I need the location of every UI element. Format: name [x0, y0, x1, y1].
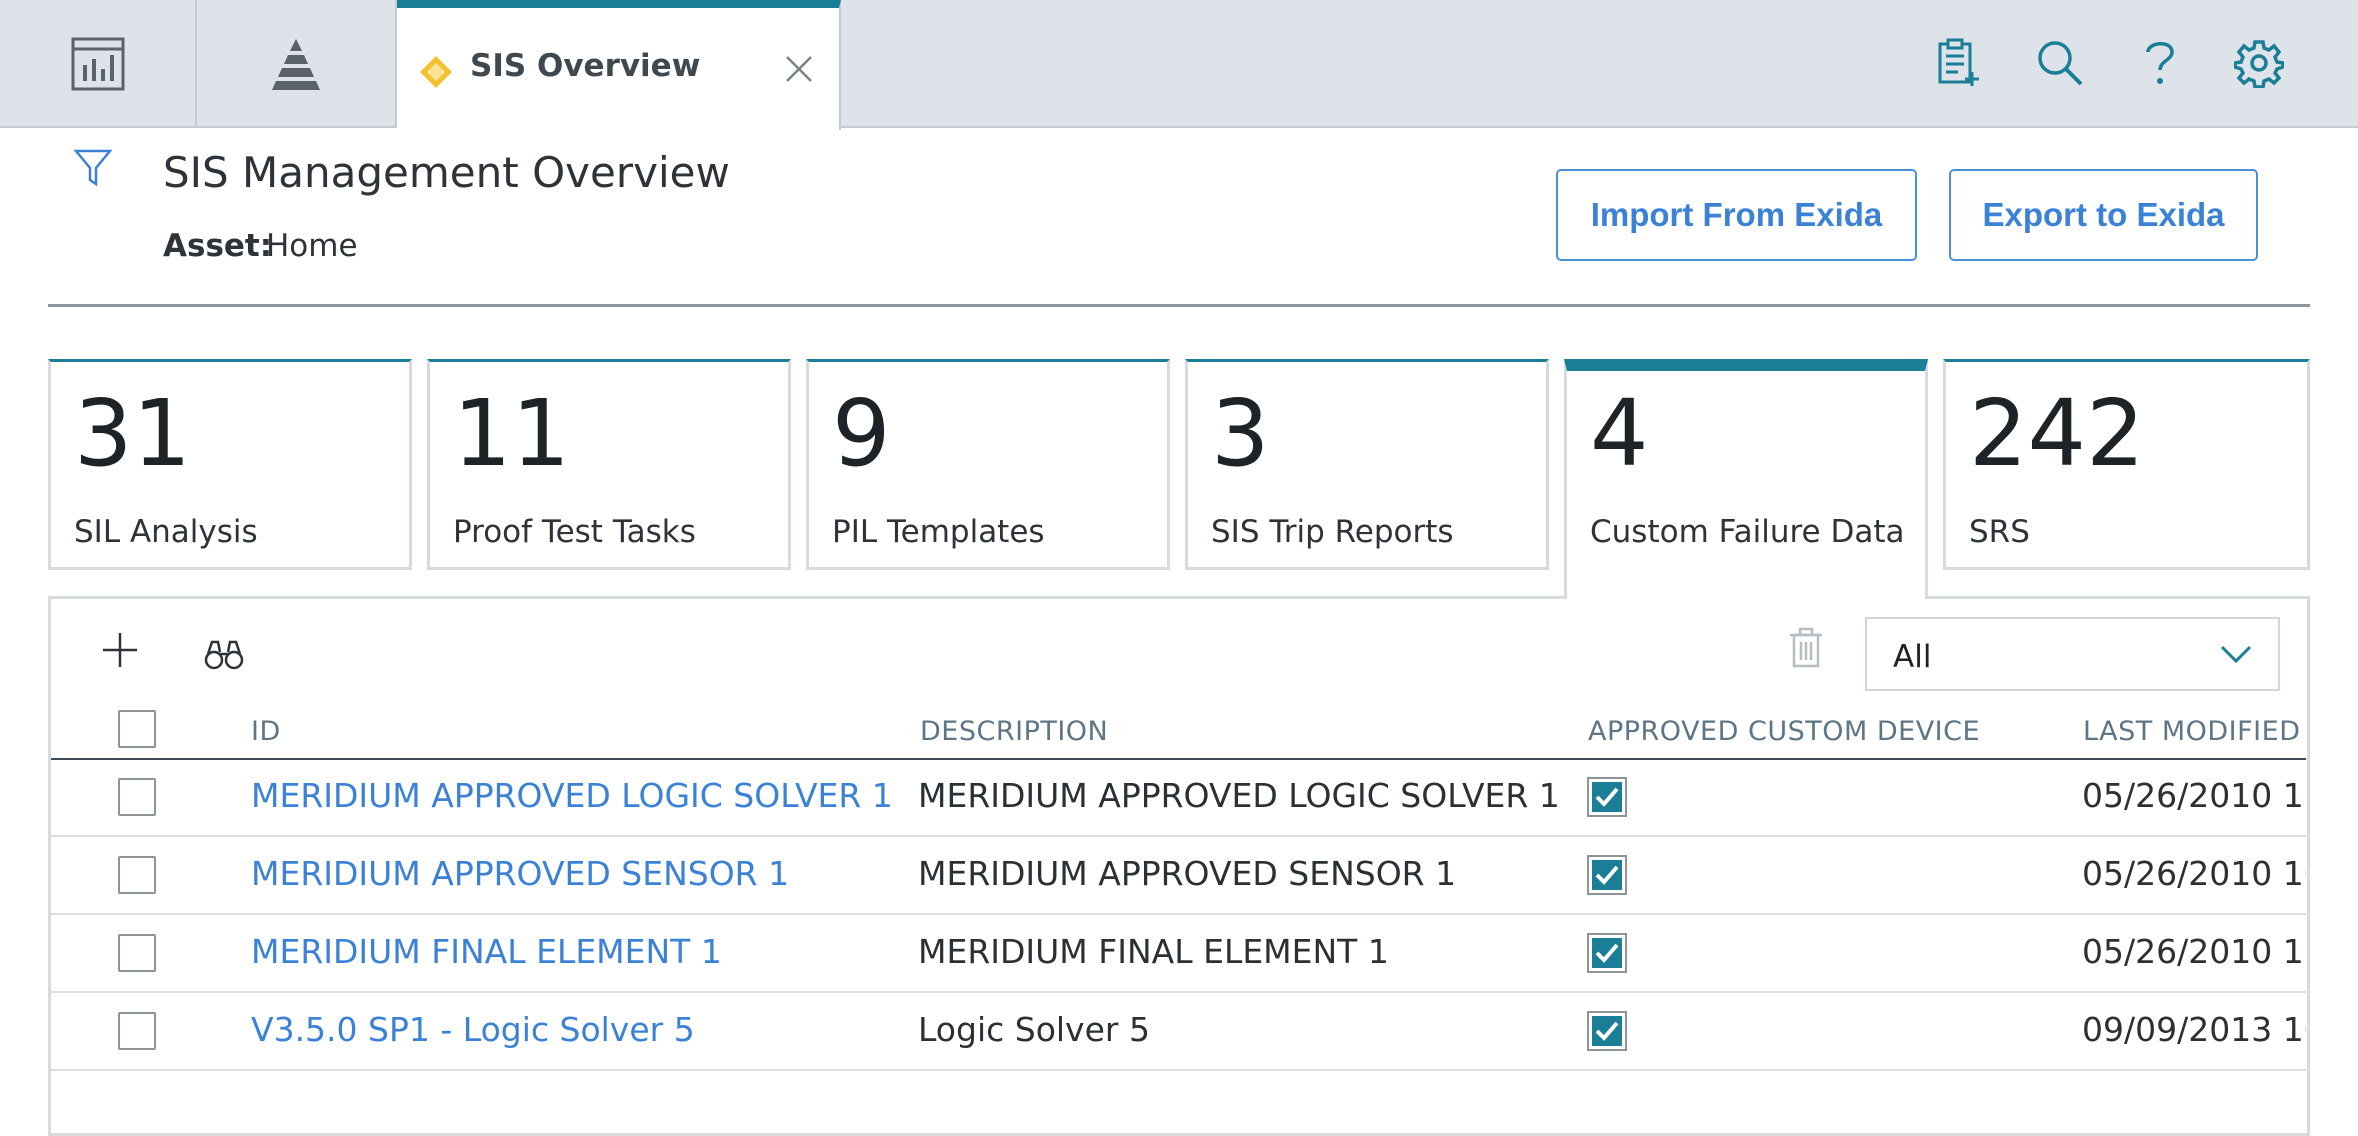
card-pil-templates[interactable]: 9 PIL Templates [806, 359, 1170, 570]
export-to-exida-button[interactable]: Export to Exida [1949, 169, 2258, 261]
row-id-link[interactable]: MERIDIUM FINAL ELEMENT 1 [251, 932, 722, 971]
row-description: MERIDIUM APPROVED SENSOR 1 [918, 854, 1457, 893]
row-id-link[interactable]: MERIDIUM APPROVED LOGIC SOLVER 1 [251, 776, 893, 815]
row-last-modified: 05/26/2010 10 [2082, 854, 2306, 893]
new-record-icon[interactable] [1936, 38, 1982, 88]
row-divider [51, 991, 2306, 993]
diamond-icon [420, 56, 452, 88]
tab-title[interactable]: SIS Overview [470, 48, 700, 84]
nav-tab-pyramid[interactable] [197, 0, 397, 128]
card-label: Proof Test Tasks [453, 514, 696, 550]
row-id-link[interactable]: V3.5.0 SP1 - Logic Solver 5 [251, 1010, 695, 1049]
card-label: Custom Failure Data [1590, 514, 1905, 550]
card-count: 9 [832, 380, 891, 487]
nav-tab-dashboard[interactable] [0, 0, 197, 128]
approved-checkbox-checked[interactable] [1587, 855, 1627, 895]
row-description: MERIDIUM FINAL ELEMENT 1 [918, 932, 1389, 971]
row-last-modified: 05/26/2010 11 [2082, 776, 2306, 815]
binoculars-icon[interactable] [203, 636, 245, 672]
card-label: SRS [1969, 514, 2030, 550]
top-tab-bar [0, 0, 2358, 128]
card-count: 11 [453, 380, 571, 487]
row-divider [51, 913, 2306, 915]
row-divider [51, 1069, 2306, 1071]
card-count: 3 [1211, 380, 1270, 487]
row-checkbox[interactable] [118, 856, 156, 894]
row-id-link[interactable]: MERIDIUM APPROVED SENSOR 1 [251, 854, 789, 893]
card-count: 242 [1969, 380, 2145, 487]
page-title: SIS Management Overview [163, 148, 730, 197]
settings-icon[interactable] [2234, 38, 2284, 88]
approved-checkbox-checked[interactable] [1587, 1011, 1627, 1051]
row-checkbox[interactable] [118, 1012, 156, 1050]
asset-value: Home [266, 228, 358, 264]
row-last-modified: 09/09/2013 10 [2082, 1010, 2306, 1049]
select-all-checkbox[interactable] [118, 710, 156, 748]
card-label: SIL Analysis [74, 514, 258, 550]
search-icon[interactable] [2035, 38, 2085, 88]
chevron-down-icon [2220, 645, 2252, 664]
card-count: 4 [1590, 380, 1649, 487]
card-sis-trip-reports[interactable]: 3 SIS Trip Reports [1185, 359, 1549, 570]
row-checkbox[interactable] [118, 934, 156, 972]
row-divider [51, 835, 2306, 837]
card-sil-analysis[interactable]: 31 SIL Analysis [48, 359, 412, 570]
column-header-last-modified[interactable]: LAST MODIFIED D [2083, 716, 2306, 747]
card-custom-failure-data[interactable]: 4 Custom Failure Data [1564, 359, 1928, 599]
import-from-exida-button[interactable]: Import From Exida [1556, 169, 1917, 261]
column-header-approved[interactable]: APPROVED CUSTOM DEVICE [1588, 716, 1980, 747]
help-icon[interactable] [2140, 38, 2180, 88]
delete-icon[interactable] [1788, 627, 1824, 669]
card-count: 31 [74, 380, 192, 487]
table-header-divider [51, 758, 2306, 760]
row-last-modified: 05/26/2010 11 [2082, 932, 2306, 971]
add-icon[interactable] [100, 630, 140, 670]
column-header-description[interactable]: DESCRIPTION [920, 716, 1108, 747]
row-description: MERIDIUM APPROVED LOGIC SOLVER 1 [918, 776, 1560, 815]
close-icon[interactable] [784, 54, 814, 84]
header-divider [48, 304, 2310, 307]
row-description: Logic Solver 5 [918, 1010, 1150, 1049]
approved-checkbox-checked[interactable] [1587, 933, 1627, 973]
column-header-id[interactable]: ID [251, 716, 281, 747]
filter-select-value: All [1893, 639, 1932, 675]
asset-label: Asset: [163, 228, 273, 264]
row-checkbox[interactable] [118, 778, 156, 816]
card-srs[interactable]: 242 SRS [1943, 359, 2310, 570]
pyramid-icon [272, 39, 320, 90]
card-proof-test-tasks[interactable]: 11 Proof Test Tasks [427, 359, 791, 570]
filter-icon[interactable] [74, 148, 112, 188]
filter-select[interactable]: All [1865, 617, 2280, 691]
dashboard-icon [71, 37, 124, 91]
approved-checkbox-checked[interactable] [1587, 777, 1627, 817]
card-label: PIL Templates [832, 514, 1045, 550]
card-label: SIS Trip Reports [1211, 514, 1454, 550]
